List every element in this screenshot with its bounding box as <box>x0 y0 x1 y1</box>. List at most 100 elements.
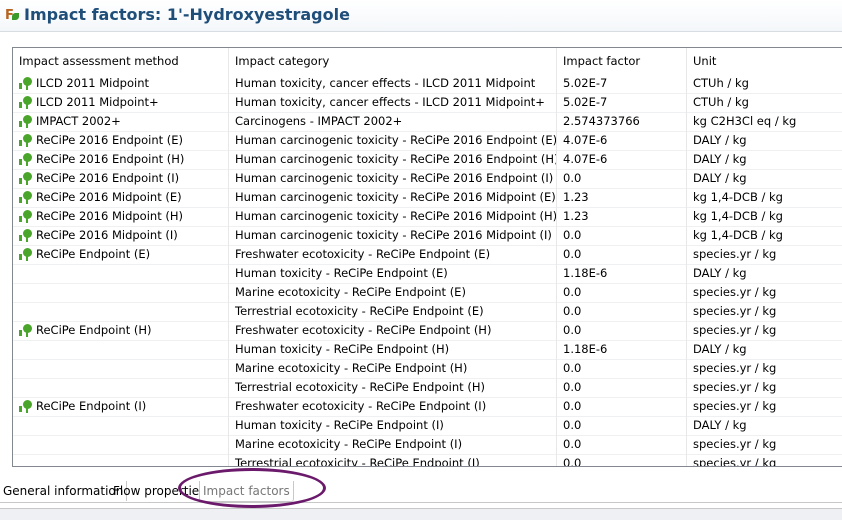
page-title: Impact factors: 1'-Hydroxyestragole <box>24 5 350 24</box>
unit-cell: DALY / kg <box>693 266 747 280</box>
bottom-panel <box>0 508 842 520</box>
table-row[interactable]: IMPACT 2002+ Carcinogens - IMPACT 2002+ 2.… <box>13 112 842 132</box>
table-row[interactable]: ReCiPe 2016 Midpoint (I) Human carcinogen… <box>13 226 842 246</box>
column-header-factor[interactable]: Impact factor <box>557 48 687 74</box>
table-row[interactable]: ILCD 2011 Midpoint+ Human toxicity, cance… <box>13 93 842 113</box>
category-cell: Terrestrial ecotoxicity - ReCiPe Endpoin… <box>229 378 557 397</box>
method-name: ILCD 2011 Midpoint+ <box>36 95 159 109</box>
method-name: ReCiPe 2016 Midpoint (I) <box>36 228 178 242</box>
table-row[interactable]: ReCiPe 2016 Endpoint (E) Human carcinogen… <box>13 131 842 151</box>
impact-method-icon <box>19 229 33 242</box>
impact-method-icon <box>19 324 33 337</box>
unit-cell: species.yr / kg <box>693 456 777 467</box>
method-cell <box>13 283 229 302</box>
table-row[interactable]: ReCiPe Endpoint (E) Freshwater ecotoxicit… <box>13 245 842 265</box>
method-cell: ReCiPe Endpoint (E) <box>13 245 229 264</box>
factor-cell: 0.0 <box>557 397 687 416</box>
table-row[interactable]: Human toxicity - ReCiPe Endpoint (E) 1.18… <box>13 264 842 284</box>
table-row[interactable]: Terrestrial ecotoxicity - ReCiPe Endpoin… <box>13 378 842 398</box>
category-cell: Human carcinogenic toxicity - ReCiPe 201… <box>229 226 557 245</box>
method-name: ILCD 2011 Midpoint <box>36 76 150 90</box>
category-cell: Human carcinogenic toxicity - ReCiPe 201… <box>229 207 557 226</box>
column-header-method[interactable]: Impact assessment method <box>13 48 229 74</box>
unit-cell: species.yr / kg <box>693 380 777 394</box>
table-row[interactable]: Marine ecotoxicity - ReCiPe Endpoint (H)… <box>13 359 842 379</box>
table-row[interactable]: ReCiPe 2016 Midpoint (H) Human carcinogen… <box>13 207 842 227</box>
unit-cell: species.yr / kg <box>693 399 777 413</box>
category-cell: Human toxicity, cancer effects - ILCD 20… <box>229 93 557 112</box>
method-name: ReCiPe Endpoint (I) <box>36 399 147 413</box>
table-row[interactable]: Human toxicity - ReCiPe Endpoint (I) 0.0 D… <box>13 416 842 436</box>
factor-cell: 1.18E-6 <box>557 340 687 359</box>
table-row[interactable]: ReCiPe Endpoint (I) Freshwater ecotoxicit… <box>13 397 842 417</box>
editor-tabs: General information Flow properties Impa… <box>0 481 842 503</box>
factor-cell: 0.0 <box>557 245 687 264</box>
method-cell <box>13 435 229 454</box>
unit-cell: DALY / kg <box>693 342 747 356</box>
table-row[interactable]: Marine ecotoxicity - ReCiPe Endpoint (E)… <box>13 283 842 303</box>
unit-cell: species.yr / kg <box>693 323 777 337</box>
method-cell: ReCiPe Endpoint (I) <box>13 397 229 416</box>
unit-cell: DALY / kg <box>693 171 747 185</box>
category-cell: Marine ecotoxicity - ReCiPe Endpoint (I) <box>229 435 557 454</box>
unit-cell: species.yr / kg <box>693 437 777 451</box>
editor-title-bar: F Impact factors: 1'-Hydroxyestragole <box>0 0 842 32</box>
highlight-annotation <box>178 468 326 508</box>
category-cell: Human toxicity - ReCiPe Endpoint (H) <box>229 340 557 359</box>
unit-cell: DALY / kg <box>693 133 747 147</box>
category-cell: Human carcinogenic toxicity - ReCiPe 201… <box>229 169 557 188</box>
factor-cell: 0.0 <box>557 359 687 378</box>
table-row[interactable]: ILCD 2011 Midpoint Human toxicity, cancer… <box>13 74 842 94</box>
category-cell: Human carcinogenic toxicity - ReCiPe 201… <box>229 150 557 169</box>
category-cell: Terrestrial ecotoxicity - ReCiPe Endpoin… <box>229 454 557 466</box>
method-cell <box>13 264 229 283</box>
category-cell: Human toxicity - ReCiPe Endpoint (I) <box>229 416 557 435</box>
table-row[interactable]: ReCiPe 2016 Endpoint (H) Human carcinogen… <box>13 150 842 170</box>
factor-cell: 5.02E-7 <box>557 74 687 93</box>
table-row[interactable]: Terrestrial ecotoxicity - ReCiPe Endpoin… <box>13 454 842 467</box>
impact-method-icon <box>19 400 33 413</box>
column-header-unit[interactable]: Unit <box>687 48 842 74</box>
impact-method-icon <box>19 210 33 223</box>
method-cell <box>13 302 229 321</box>
method-cell <box>13 416 229 435</box>
category-cell: Freshwater ecotoxicity - ReCiPe Endpoint… <box>229 397 557 416</box>
impact-factors-table[interactable]: Impact assessment method Impact category… <box>12 47 842 467</box>
unit-cell: species.yr / kg <box>693 361 777 375</box>
method-name: IMPACT 2002+ <box>36 114 121 128</box>
method-name: ReCiPe 2016 Endpoint (I) <box>36 171 180 185</box>
table-row[interactable]: ReCiPe Endpoint (H) Freshwater ecotoxicit… <box>13 321 842 341</box>
impact-method-icon <box>19 134 33 147</box>
category-cell: Terrestrial ecotoxicity - ReCiPe Endpoin… <box>229 302 557 321</box>
unit-cell: CTUh / kg <box>693 95 749 109</box>
method-name: ReCiPe 2016 Endpoint (H) <box>36 152 185 166</box>
impact-method-icon <box>19 153 33 166</box>
method-cell <box>13 359 229 378</box>
table-row[interactable]: ReCiPe 2016 Endpoint (I) Human carcinogen… <box>13 169 842 189</box>
unit-cell: DALY / kg <box>693 152 747 166</box>
category-cell: Carcinogens - IMPACT 2002+ <box>229 112 557 131</box>
table-row[interactable]: Terrestrial ecotoxicity - ReCiPe Endpoin… <box>13 302 842 322</box>
table-row[interactable]: Marine ecotoxicity - ReCiPe Endpoint (I)… <box>13 435 842 455</box>
factor-cell: 0.0 <box>557 302 687 321</box>
method-cell: ReCiPe Endpoint (H) <box>13 321 229 340</box>
column-header-category[interactable]: Impact category <box>229 48 557 74</box>
table-row[interactable]: Human toxicity - ReCiPe Endpoint (H) 1.18… <box>13 340 842 360</box>
unit-cell: CTUh / kg <box>693 76 749 90</box>
factor-cell: 0.0 <box>557 435 687 454</box>
unit-cell: species.yr / kg <box>693 285 777 299</box>
factor-cell: 4.07E-6 <box>557 131 687 150</box>
factor-cell: 0.0 <box>557 226 687 245</box>
table-header: Impact assessment method Impact category… <box>13 48 842 74</box>
method-name: ReCiPe 2016 Midpoint (E) <box>36 190 182 204</box>
table-row[interactable]: ReCiPe 2016 Midpoint (E) Human carcinogen… <box>13 188 842 208</box>
method-cell: ReCiPe 2016 Midpoint (E) <box>13 188 229 207</box>
category-cell: Marine ecotoxicity - ReCiPe Endpoint (E) <box>229 283 557 302</box>
impact-method-icon <box>19 248 33 261</box>
factor-cell: 1.18E-6 <box>557 264 687 283</box>
method-cell: ReCiPe 2016 Endpoint (I) <box>13 169 229 188</box>
impact-method-icon <box>19 96 33 109</box>
impact-method-icon <box>19 191 33 204</box>
tab-general-information[interactable]: General information <box>0 481 128 501</box>
unit-cell: species.yr / kg <box>693 304 777 318</box>
